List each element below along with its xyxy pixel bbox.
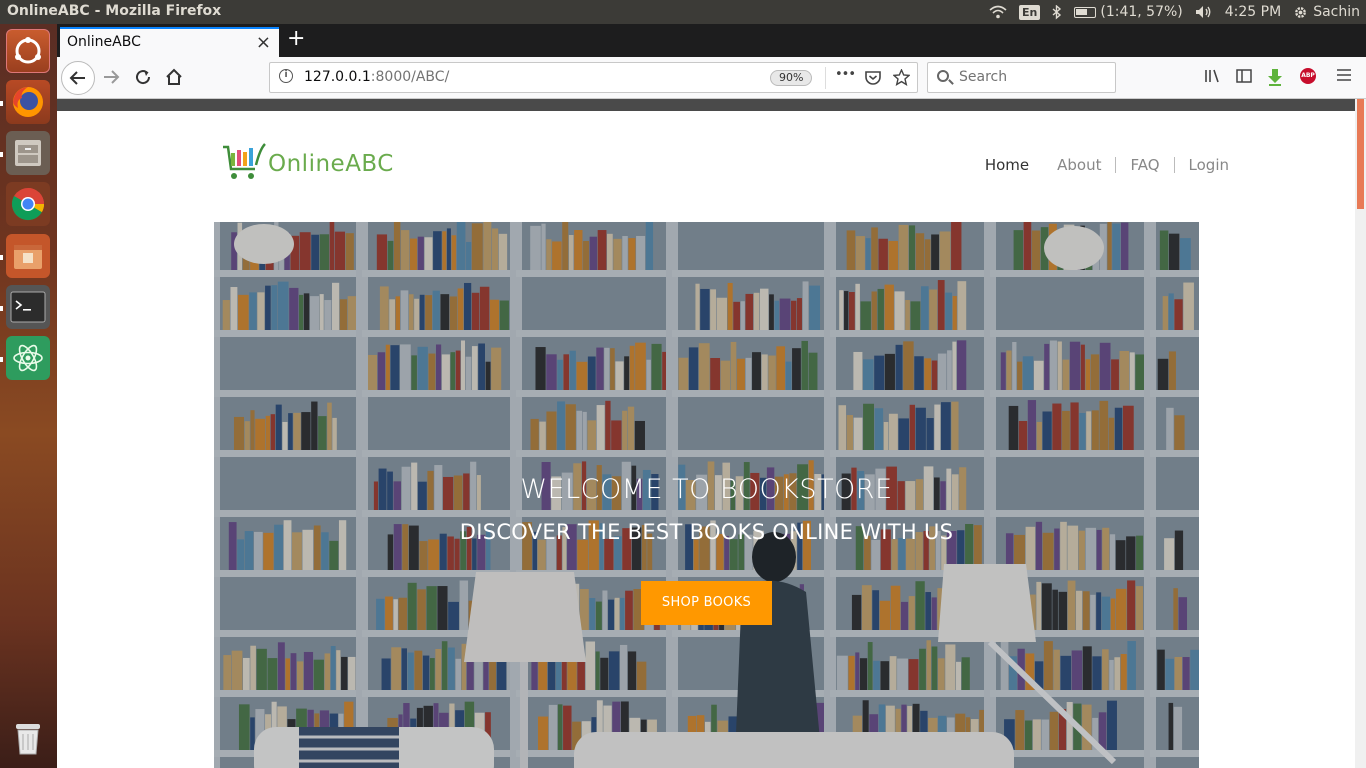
unity-launcher [0, 24, 57, 768]
new-tab-button[interactable]: + [287, 26, 305, 51]
hero-title: WELCOME TO BOOKSTORE [520, 474, 893, 505]
hero-subtitle: DISCOVER THE BEST BOOKS ONLINE WITH US [459, 520, 954, 544]
file-cabinet-icon [15, 140, 41, 166]
home-button[interactable] [165, 68, 183, 86]
user-menu[interactable]: Sachin [1293, 4, 1360, 20]
volume-icon[interactable] [1195, 5, 1213, 19]
url-bar-separator [825, 67, 826, 89]
url-path: :8000/ABC/ [370, 69, 450, 85]
sidebar-icon[interactable] [1236, 68, 1252, 84]
ubuntu-dash-button[interactable] [6, 29, 50, 73]
zoom-indicator[interactable]: 90% [770, 70, 813, 86]
chrome-icon [11, 188, 45, 221]
site-logo[interactable]: OnlineABC [222, 141, 394, 186]
download-icon[interactable] [1267, 68, 1283, 86]
launcher-archive-manager[interactable] [6, 234, 50, 278]
hero-banner: WELCOME TO BOOKSTORE DISCOVER THE BEST B… [214, 222, 1199, 768]
battery-icon [1074, 6, 1097, 18]
ubuntu-logo-icon [15, 37, 41, 64]
running-indicator [0, 152, 3, 157]
trash-icon [16, 724, 40, 755]
system-top-bar: OnlineABC - Mozilla Firefox En (1:41, 57… [0, 0, 1366, 24]
library-icon[interactable] [1204, 68, 1221, 84]
gear-icon [1295, 6, 1307, 18]
launcher-files[interactable] [6, 131, 50, 175]
tab-strip: OnlineABC × + [57, 24, 1366, 57]
nav-about[interactable]: About [1043, 157, 1115, 173]
launcher-chrome[interactable] [6, 182, 50, 226]
running-indicator [0, 306, 3, 311]
scrollbar-thumb[interactable] [1357, 99, 1364, 209]
page-top-strip [57, 99, 1366, 111]
battery-text: (1:41, 57%) [1100, 4, 1183, 20]
terminal-icon [10, 291, 46, 323]
logo-text: OnlineABC [268, 150, 394, 177]
bookmark-star-icon[interactable] [893, 69, 910, 86]
keyboard-layout-indicator[interactable]: En [1019, 4, 1041, 20]
launcher-atom[interactable] [6, 336, 50, 380]
clock[interactable]: 4:25 PM [1225, 4, 1281, 20]
url-host: 127.0.0.1 [304, 69, 371, 85]
nav-login[interactable]: Login [1173, 157, 1243, 173]
nav-home[interactable]: Home [971, 157, 1043, 173]
bluetooth-icon[interactable] [1052, 4, 1062, 20]
running-indicator [0, 101, 3, 106]
wifi-icon[interactable] [989, 5, 1007, 19]
launcher-trash[interactable] [6, 716, 50, 760]
shopping-cart-logo-icon [223, 142, 266, 179]
tab-title: OnlineABC [67, 34, 141, 50]
window-title: OnlineABC - Mozilla Firefox [7, 3, 222, 19]
archive-icon [14, 245, 42, 269]
search-icon [937, 70, 949, 82]
launcher-firefox[interactable] [6, 80, 50, 124]
tab-close-button[interactable]: × [256, 32, 271, 53]
forward-button[interactable] [102, 69, 120, 85]
tab-onlineabc[interactable]: OnlineABC × [60, 27, 279, 57]
firefox-icon [13, 87, 43, 117]
shop-books-button[interactable]: SHOP BOOKS [641, 581, 772, 625]
site-info-icon[interactable]: i [279, 69, 293, 83]
reload-button[interactable] [134, 68, 152, 86]
web-page: OnlineABC Home About FAQ Login WELCOME T… [57, 111, 1355, 768]
user-name: Sachin [1313, 4, 1360, 20]
search-input[interactable]: Search [927, 62, 1116, 93]
back-button[interactable] [61, 61, 95, 95]
pocket-icon[interactable] [865, 70, 881, 85]
vertical-scrollbar[interactable] [1355, 99, 1366, 768]
launcher-terminal[interactable] [6, 285, 50, 329]
site-nav: Home About FAQ Login [971, 157, 1243, 173]
url-text[interactable]: 127.0.0.1:8000/ABC/ [304, 69, 449, 85]
arrow-left-icon [69, 71, 85, 85]
adblock-plus-icon[interactable]: ABP [1300, 68, 1316, 84]
page-actions-button[interactable]: ••• [835, 67, 856, 82]
url-bar[interactable]: i 127.0.0.1:8000/ABC/ 90% ••• [269, 62, 918, 93]
firefox-window: OnlineABC × + i 127.0.0.1:8000/ABC/ 90% … [57, 24, 1366, 768]
running-indicator [0, 357, 3, 362]
search-placeholder: Search [959, 69, 1008, 85]
battery-indicator[interactable]: (1:41, 57%) [1074, 4, 1183, 20]
navigation-toolbar: i 127.0.0.1:8000/ABC/ 90% ••• Search ABP [57, 57, 1366, 99]
hamburger-menu-icon[interactable] [1336, 68, 1352, 82]
atom-editor-icon [13, 344, 43, 372]
running-indicator [0, 255, 3, 260]
nav-faq[interactable]: FAQ [1115, 157, 1173, 173]
